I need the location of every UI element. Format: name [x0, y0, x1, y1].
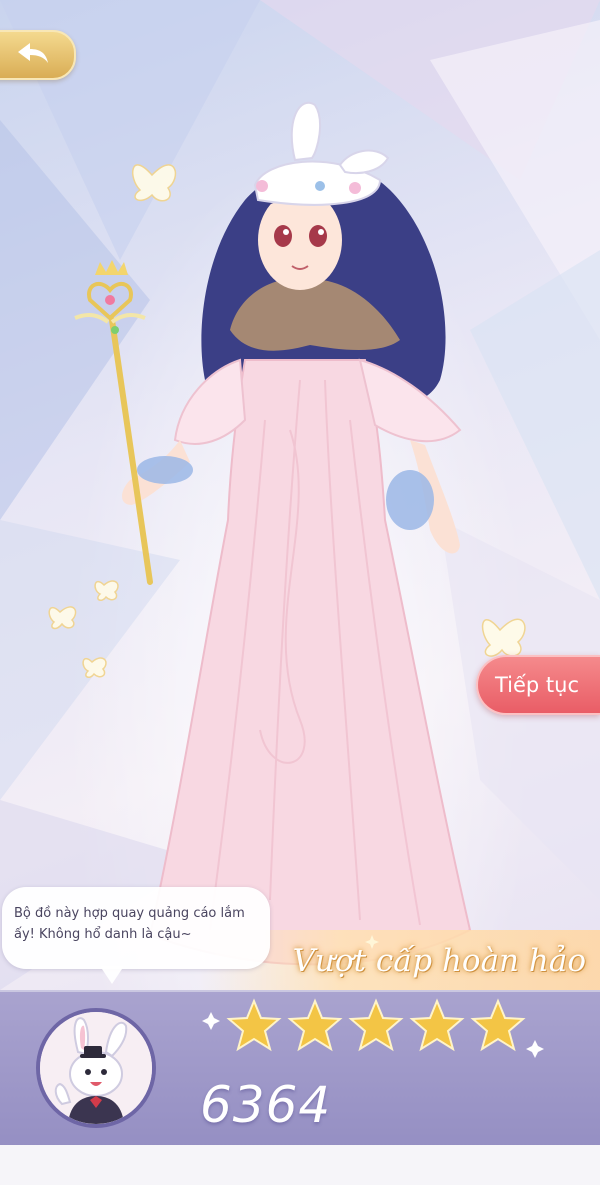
game-scene: Tiếp tục Vượt cấp hoàn hảo Bộ đồ này hợp… — [0, 0, 600, 1185]
sparkle-decorations — [202, 935, 544, 1058]
footer-strip — [0, 1145, 600, 1185]
score-value: 6364 — [200, 1076, 332, 1134]
